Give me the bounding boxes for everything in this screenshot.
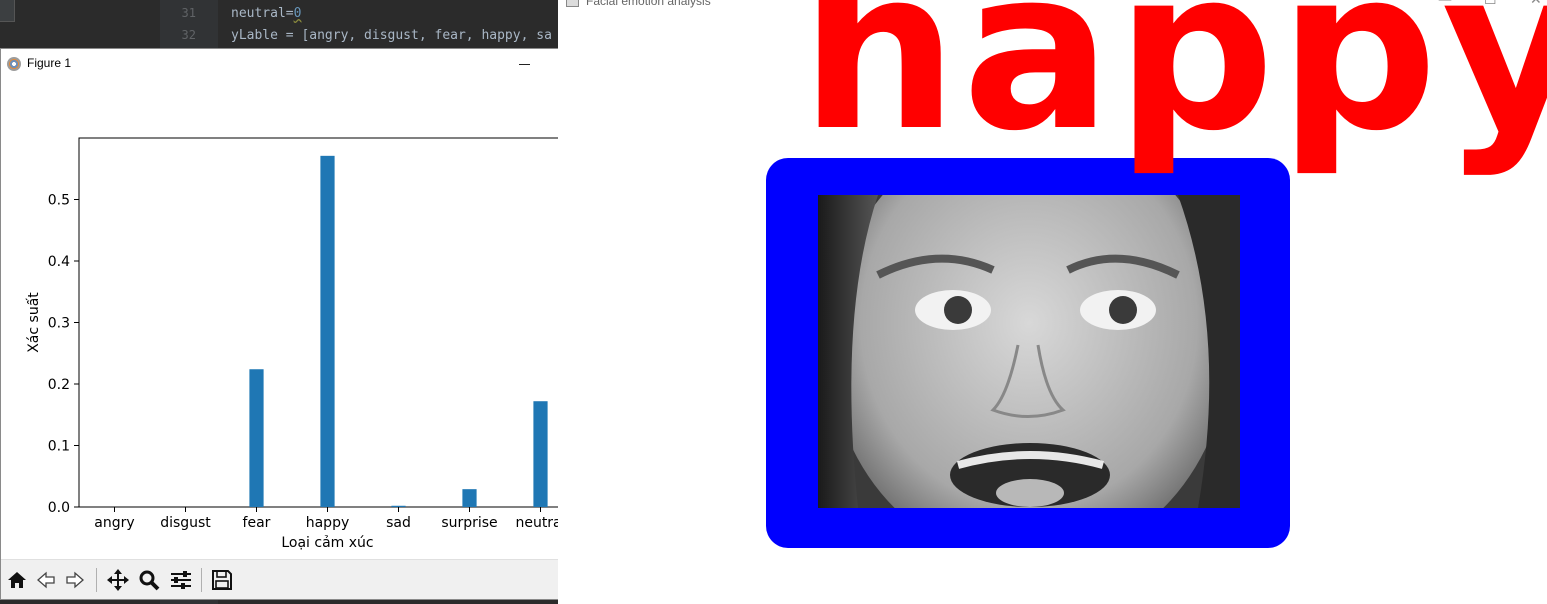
zoom-button[interactable] bbox=[135, 566, 163, 594]
forward-arrow-icon bbox=[66, 571, 84, 589]
pan-icon bbox=[107, 569, 129, 591]
toolbar-separator bbox=[96, 568, 97, 592]
home-button[interactable] bbox=[3, 566, 31, 594]
back-arrow-icon bbox=[37, 571, 55, 589]
bar-fear bbox=[249, 369, 264, 507]
subplots-icon bbox=[171, 571, 191, 589]
code-line[interactable]: 31 neutral=0 bbox=[160, 2, 560, 24]
window-title: Facial emotion analysis bbox=[586, 0, 711, 8]
code-number: 0 bbox=[293, 6, 302, 21]
minimize-icon bbox=[518, 63, 530, 65]
subplots-button[interactable] bbox=[167, 566, 195, 594]
figure-titlebar[interactable]: Figure 1 bbox=[1, 49, 638, 79]
x-tick-label: disgust bbox=[160, 515, 211, 531]
matplotlib-icon bbox=[7, 57, 21, 71]
bar-neutral bbox=[533, 401, 548, 507]
y-tick-label: 0.1 bbox=[48, 439, 70, 455]
editor-side-tab[interactable] bbox=[0, 0, 15, 22]
y-tick-label: 0.0 bbox=[48, 500, 70, 516]
code-text: neutral= bbox=[231, 6, 294, 21]
window-icon bbox=[566, 0, 579, 7]
window-title: Figure 1 bbox=[27, 56, 72, 70]
save-icon bbox=[212, 570, 232, 590]
forward-button[interactable] bbox=[61, 566, 89, 594]
x-axis-label: Loại cảm xúc bbox=[281, 535, 373, 551]
line-number: 31 bbox=[181, 6, 196, 20]
bar-surprise bbox=[462, 489, 477, 507]
emotion-label: happy bbox=[800, 0, 1547, 180]
y-tick-label: 0.2 bbox=[48, 377, 70, 393]
x-tick-label: sad bbox=[386, 515, 411, 531]
code-line[interactable]: 32 yLable = [angry, disgust, fear, happy,… bbox=[160, 24, 560, 46]
chart[interactable]: 0.0 0.1 0.2 0.3 0.4 0.5 angry disgust fear happy… bbox=[1, 79, 638, 559]
back-button[interactable] bbox=[32, 566, 60, 594]
x-tick-label: fear bbox=[243, 515, 271, 531]
zoom-icon bbox=[139, 570, 160, 591]
y-tick-label: 0.3 bbox=[48, 316, 70, 332]
line-number: 32 bbox=[181, 28, 196, 42]
y-axis-label: Xác suất bbox=[26, 292, 42, 353]
bar-sad bbox=[391, 505, 406, 507]
x-tick-label: surprise bbox=[441, 515, 497, 531]
toolbar-separator bbox=[201, 568, 202, 592]
x-tick-label: angry bbox=[94, 515, 134, 531]
minimize-button[interactable] bbox=[501, 49, 547, 79]
figure-window[interactable]: Figure 1 0.0 0.1 0.2 0.3 0.4 0.5 angry disgust… bbox=[0, 48, 639, 600]
pan-button[interactable] bbox=[104, 566, 132, 594]
navigation-toolbar bbox=[1, 559, 638, 599]
home-icon bbox=[8, 572, 26, 588]
bar-happy bbox=[320, 155, 335, 507]
x-tick-label: happy bbox=[306, 515, 350, 531]
y-tick-label: 0.5 bbox=[48, 193, 70, 209]
code-text: yLable = [angry, disgust, fear, happy, s… bbox=[231, 28, 552, 43]
y-tick-label: 0.4 bbox=[48, 254, 70, 270]
face-image bbox=[818, 195, 1240, 508]
save-button[interactable] bbox=[208, 566, 236, 594]
